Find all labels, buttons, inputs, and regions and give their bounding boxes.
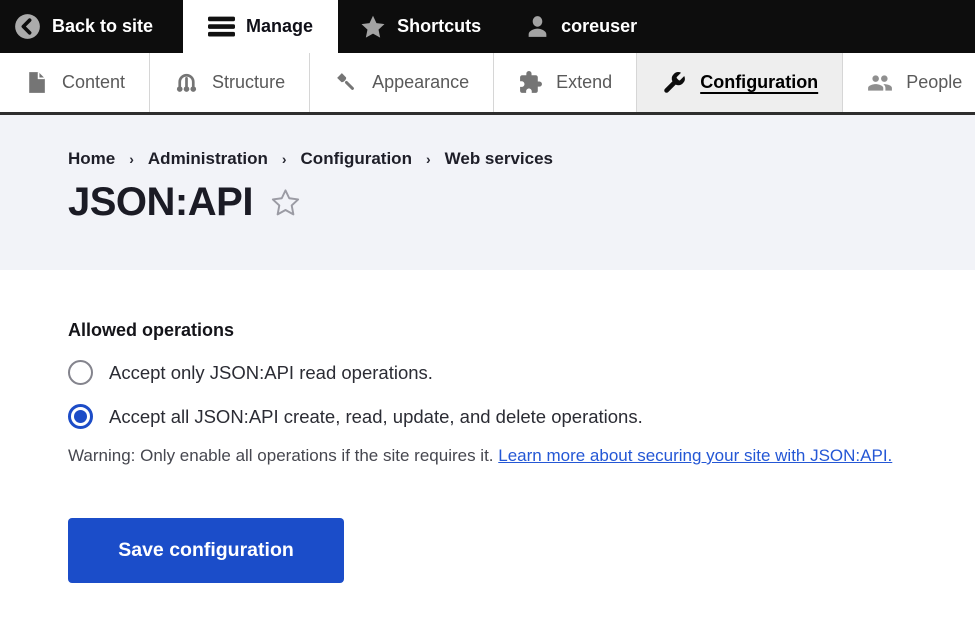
file-icon	[24, 70, 49, 95]
back-circle-icon	[14, 13, 41, 40]
user-account-button[interactable]: coreuser	[503, 0, 659, 53]
option-all-operations[interactable]: Accept all JSON:API create, read, update…	[68, 404, 907, 429]
page-title: JSON:API	[68, 180, 253, 225]
menu-icon	[208, 13, 235, 40]
option-all-operations-label: Accept all JSON:API create, read, update…	[109, 406, 643, 428]
toolbar-label: People	[906, 72, 962, 93]
allowed-operations-label: Allowed operations	[68, 320, 907, 341]
jsonapi-configuration-screen: Back to site Manage Shortcuts	[0, 0, 975, 626]
toolbar-item-appearance[interactable]: Appearance	[310, 53, 494, 112]
breadcrumb-configuration[interactable]: Configuration	[301, 149, 412, 169]
people-icon	[867, 70, 893, 96]
toolbar-label: Content	[62, 72, 125, 93]
toolbar-item-people[interactable]: People	[843, 53, 975, 112]
back-to-site-label: Back to site	[52, 16, 153, 37]
toolbar-label: Extend	[556, 72, 612, 93]
option-read-only[interactable]: Accept only JSON:API read operations.	[68, 360, 907, 385]
breadcrumb-web-services[interactable]: Web services	[445, 149, 553, 169]
radio-read-only[interactable]	[68, 360, 93, 385]
securing-jsonapi-link[interactable]: Learn more about securing your site with…	[498, 446, 892, 465]
star-outline-icon[interactable]	[270, 187, 301, 218]
breadcrumb-separator: ›	[129, 151, 134, 167]
puzzle-icon	[518, 70, 543, 95]
manage-label: Manage	[246, 16, 313, 37]
admin-toolbar-tray: Content Structure	[0, 53, 975, 115]
option-read-only-label: Accept only JSON:API read operations.	[109, 362, 433, 384]
breadcrumb-separator: ›	[282, 151, 287, 167]
toolbar-item-extend[interactable]: Extend	[494, 53, 637, 112]
shortcuts-label: Shortcuts	[397, 16, 481, 37]
username-label: coreuser	[561, 16, 637, 37]
brush-icon	[334, 70, 359, 95]
wrench-icon	[661, 70, 687, 96]
breadcrumb-separator: ›	[426, 151, 431, 167]
manage-tab[interactable]: Manage	[183, 0, 338, 53]
star-icon	[360, 14, 386, 40]
warning-message: Warning: Only enable all operations if t…	[68, 446, 494, 465]
toolbar-item-configuration[interactable]: Configuration	[637, 53, 843, 112]
toolbar-item-content[interactable]: Content	[0, 53, 150, 112]
save-configuration-button[interactable]: Save configuration	[68, 518, 344, 583]
back-to-site-button[interactable]: Back to site	[0, 0, 183, 53]
toolbar-label: Structure	[212, 72, 285, 93]
admin-toolbar: Back to site Manage Shortcuts	[0, 0, 975, 53]
toolbar-label: Configuration	[700, 72, 818, 93]
page-header: Home › Administration › Configuration › …	[0, 115, 975, 270]
jsonapi-settings-form: Allowed operations Accept only JSON:API …	[0, 270, 975, 626]
toolbar-item-structure[interactable]: Structure	[150, 53, 310, 112]
warning-text: Warning: Only enable all operations if t…	[68, 446, 907, 466]
radio-all-operations[interactable]	[68, 404, 93, 429]
shortcuts-button[interactable]: Shortcuts	[338, 0, 503, 53]
breadcrumb-home[interactable]: Home	[68, 149, 115, 169]
sitemap-icon	[174, 70, 199, 95]
breadcrumb: Home › Administration › Configuration › …	[68, 149, 907, 169]
breadcrumb-administration[interactable]: Administration	[148, 149, 268, 169]
toolbar-label: Appearance	[372, 72, 469, 93]
user-icon	[525, 14, 550, 39]
